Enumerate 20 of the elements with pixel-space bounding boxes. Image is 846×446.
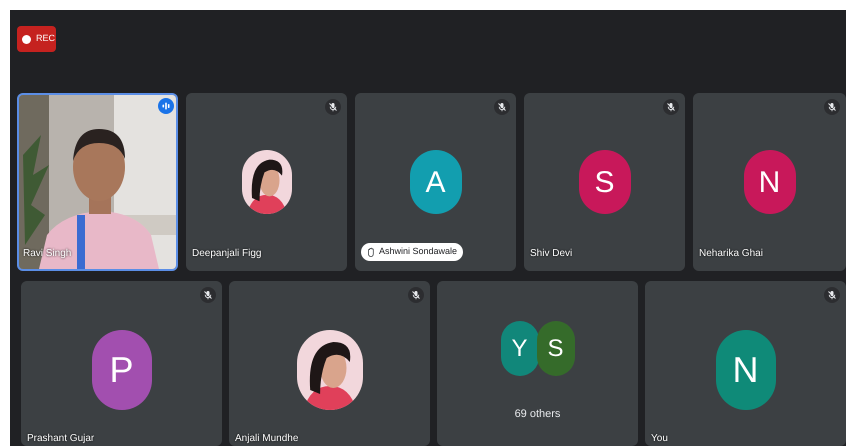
participant-tile[interactable]: N Neharika Ghai <box>693 93 846 271</box>
participant-name: You <box>651 432 668 446</box>
participant-name: Shiv Devi <box>530 247 572 261</box>
participant-name: Anjali Mundhe <box>235 432 298 446</box>
participant-tile[interactable]: N You <box>645 281 846 446</box>
participant-tile[interactable]: A Ashwini Sondawale <box>355 93 516 271</box>
participant-tile[interactable]: Anjali Mundhe <box>229 281 430 446</box>
participant-tile[interactable]: Deepanjali Figg <box>186 93 347 271</box>
participant-tile[interactable]: Y S 69 others <box>437 281 638 446</box>
participant-tile[interactable]: S Shiv Devi <box>524 93 685 271</box>
raised-hand-icon <box>367 247 375 257</box>
recording-badge: REC <box>17 26 56 52</box>
participant-name: Ravi Singh <box>23 247 72 261</box>
others-count: 69 others <box>514 407 560 422</box>
participant-name: Prashant Gujar <box>27 432 94 446</box>
participant-tile[interactable]: P Prashant Gujar <box>21 281 222 446</box>
participant-name: Deepanjali Figg <box>192 247 262 261</box>
participant-tile[interactable]: Ravi Singh <box>17 93 178 271</box>
participant-name: Neharika Ghai <box>699 247 763 261</box>
name-badge: Ashwini Sondawale <box>361 243 464 261</box>
